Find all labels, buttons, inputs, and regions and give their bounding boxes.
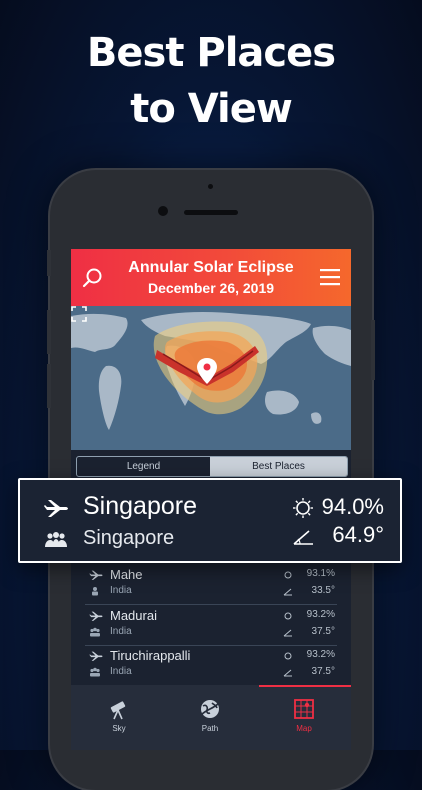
airplane-icon: [44, 500, 68, 517]
tab-legend[interactable]: Legend: [77, 457, 210, 476]
map-grid-icon: [294, 699, 314, 719]
view-segmented-control: Legend Best Places: [76, 456, 348, 477]
place-coverage: 93.2%: [306, 609, 335, 620]
place-city: Madurai: [110, 608, 157, 623]
active-tab-indicator: [259, 685, 351, 687]
place-altitude: 37.5°: [311, 666, 335, 677]
earpiece-speaker: [184, 210, 238, 215]
app-header: Annular Solar Eclipse December 26, 2019: [71, 249, 351, 306]
world-map-graphic: [71, 306, 351, 450]
place-country: India: [110, 666, 132, 677]
place-altitude: 33.5°: [311, 585, 335, 596]
list-item[interactable]: Madurai India 93.2% 37.5°: [85, 605, 337, 646]
altitude-angle-icon: [283, 629, 292, 637]
telescope-icon: [110, 701, 126, 720]
hamburger-menu-icon[interactable]: [319, 268, 341, 286]
side-button: [47, 250, 51, 276]
place-city: Tiruchirappalli: [110, 648, 191, 663]
globe-path-icon: [200, 700, 220, 718]
altitude-angle-icon: [283, 588, 292, 596]
airplane-icon: [89, 651, 103, 661]
sun-coverage-icon: [293, 498, 313, 518]
volume-down-button: [47, 364, 51, 408]
highlight-altitude: 64.9°: [332, 522, 384, 547]
place-coverage: 93.2%: [306, 649, 335, 660]
volume-up-button: [47, 310, 51, 354]
front-camera: [158, 206, 168, 216]
airplane-icon: [89, 611, 103, 621]
list-item[interactable]: Tiruchirappalli India 93.2% 37.5°: [85, 645, 337, 686]
event-date: December 26, 2019: [147, 280, 275, 296]
people-icon: [90, 627, 100, 637]
place-coverage: 93.1%: [306, 568, 335, 579]
list-item[interactable]: Mahe India 93.1% 33.5°: [85, 564, 337, 605]
tab-best-places[interactable]: Best Places: [210, 457, 347, 476]
fullscreen-icon[interactable]: [71, 306, 87, 322]
people-icon: [90, 667, 100, 677]
place-city: Mahe: [110, 567, 143, 582]
sun-coverage-icon: [284, 612, 292, 620]
tab-path-label: Path: [201, 724, 219, 733]
headline-line-2: to View: [130, 86, 293, 132]
highlight-coverage: 94.0%: [321, 494, 384, 519]
highlighted-place-card[interactable]: Singapore Singapore 94.0% 64.9°: [18, 478, 402, 563]
power-button: [371, 320, 375, 380]
altitude-angle-icon: [283, 669, 292, 677]
event-title: Annular Solar Eclipse: [128, 259, 294, 276]
altitude-angle-icon: [293, 530, 313, 545]
tab-sky-label: Sky: [112, 724, 126, 733]
highlight-country: Singapore: [83, 527, 175, 549]
tab-map-label: Map: [296, 724, 312, 733]
headline-line-1: Best Places: [86, 30, 336, 76]
airplane-icon: [89, 570, 103, 580]
tab-map[interactable]: Map: [259, 697, 349, 737]
people-icon: [45, 532, 67, 547]
eclipse-map[interactable]: [71, 306, 351, 450]
sun-coverage-icon: [284, 571, 292, 579]
highlight-city: Singapore: [83, 492, 197, 520]
tab-path[interactable]: Path: [165, 697, 255, 737]
people-icon: [92, 587, 98, 596]
sensor-dot: [208, 184, 213, 189]
sun-coverage-icon: [284, 652, 292, 660]
place-altitude: 37.5°: [311, 626, 335, 637]
place-country: India: [110, 626, 132, 637]
place-country: India: [110, 585, 132, 596]
tab-sky[interactable]: Sky: [74, 697, 164, 737]
